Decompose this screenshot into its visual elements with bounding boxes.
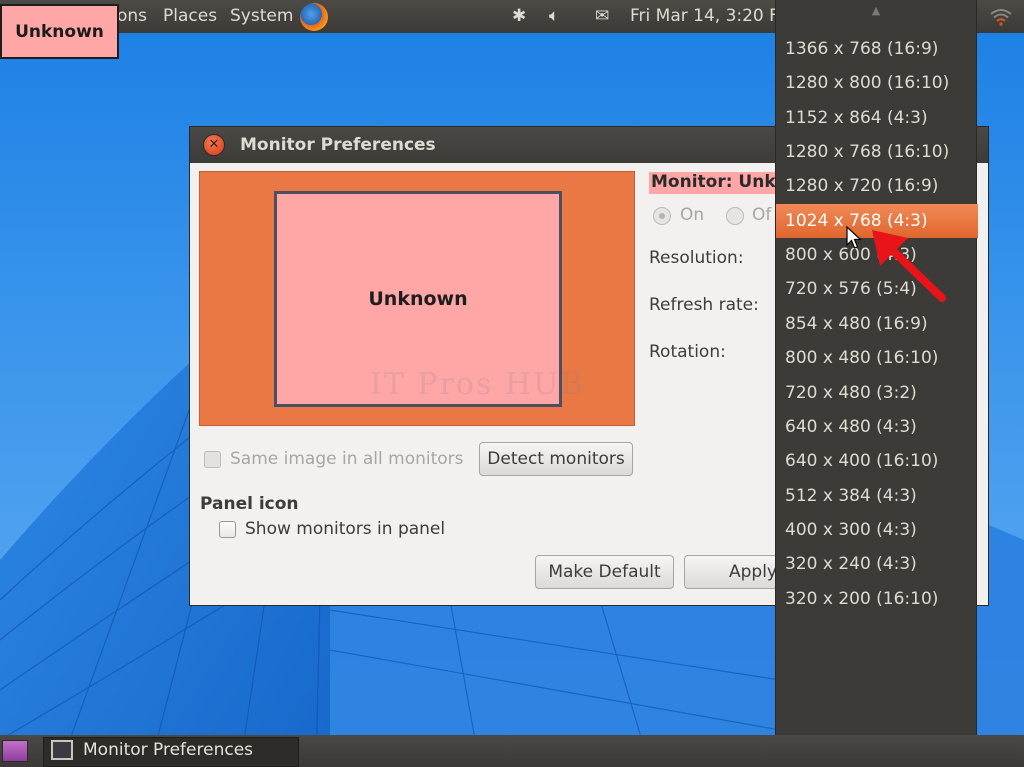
resolution-option[interactable]: 1152 x 864 (4:3) bbox=[776, 101, 978, 135]
mail-icon[interactable]: ✉ bbox=[595, 6, 609, 26]
taskbar-window-label: Monitor Preferences bbox=[83, 740, 254, 760]
resolution-option[interactable]: 800 x 480 (16:10) bbox=[776, 341, 978, 375]
clock[interactable]: Fri Mar 14, 3:20 F bbox=[630, 6, 779, 26]
resolution-option[interactable]: 320 x 240 (4:3) bbox=[776, 547, 978, 581]
firefox-icon[interactable] bbox=[300, 3, 328, 31]
show-monitors-label: Show monitors in panel bbox=[245, 519, 446, 539]
resolution-option[interactable]: 400 x 300 (4:3) bbox=[776, 513, 978, 547]
off-label: Of bbox=[752, 205, 772, 225]
panel-icon-heading: Panel icon bbox=[200, 494, 299, 514]
watermark: IT Pros HUB bbox=[370, 367, 585, 402]
detect-monitors-button[interactable]: Detect monitors bbox=[479, 442, 633, 476]
monitor-preview-label: Unknown bbox=[368, 288, 468, 310]
resolution-option[interactable]: 512 x 384 (4:3) bbox=[776, 479, 978, 513]
monitor-preferences-icon bbox=[51, 740, 73, 760]
wifi-icon[interactable] bbox=[990, 8, 1012, 26]
resolution-label: Resolution: bbox=[649, 248, 744, 268]
make-default-button[interactable]: Make Default bbox=[535, 555, 674, 589]
resolution-option[interactable]: 1280 x 720 (16:9) bbox=[776, 169, 978, 203]
resolution-option[interactable]: 320 x 200 (16:10) bbox=[776, 582, 978, 616]
red-annotation-arrow-icon bbox=[872, 230, 946, 302]
monitor-label-badge: Unknown bbox=[0, 4, 119, 59]
same-image-checkbox[interactable] bbox=[204, 451, 221, 468]
rotation-label: Rotation: bbox=[649, 342, 726, 362]
resolution-option[interactable]: 1280 x 800 (16:10) bbox=[776, 66, 978, 100]
on-label: On bbox=[680, 205, 705, 225]
same-image-label: Same image in all monitors bbox=[230, 449, 464, 469]
resolution-option[interactable]: 640 x 480 (4:3) bbox=[776, 410, 978, 444]
on-radio[interactable] bbox=[653, 207, 671, 225]
menu-applications[interactable]: ons bbox=[117, 6, 147, 26]
resolution-option[interactable]: 640 x 400 (16:10) bbox=[776, 444, 978, 478]
dialog-title: Monitor Preferences bbox=[240, 135, 436, 155]
volume-icon[interactable]: 🔈︎ bbox=[549, 6, 559, 26]
show-desktop-icon[interactable] bbox=[2, 740, 28, 762]
monitor-name-header: Monitor: Unkn bbox=[649, 172, 792, 194]
resolution-option[interactable]: 1366 x 768 (16:9) bbox=[776, 32, 978, 66]
resolution-dropdown[interactable]: ▲ 1366 x 768 (16:9) 1280 x 800 (16:10) 115… bbox=[775, 0, 978, 761]
refresh-rate-label: Refresh rate: bbox=[649, 295, 759, 315]
resolution-option[interactable]: 1280 x 768 (16:10) bbox=[776, 135, 978, 169]
show-monitors-checkbox[interactable] bbox=[219, 521, 236, 538]
scroll-up-icon[interactable]: ▲ bbox=[776, 4, 976, 17]
menu-system[interactable]: System bbox=[230, 6, 293, 26]
menu-places[interactable]: Places bbox=[163, 6, 217, 26]
resolution-option[interactable]: 720 x 480 (3:2) bbox=[776, 376, 978, 410]
close-icon[interactable]: ✕ bbox=[203, 134, 225, 156]
off-radio[interactable] bbox=[726, 207, 744, 225]
bluetooth-icon[interactable]: ✱ bbox=[512, 6, 526, 26]
